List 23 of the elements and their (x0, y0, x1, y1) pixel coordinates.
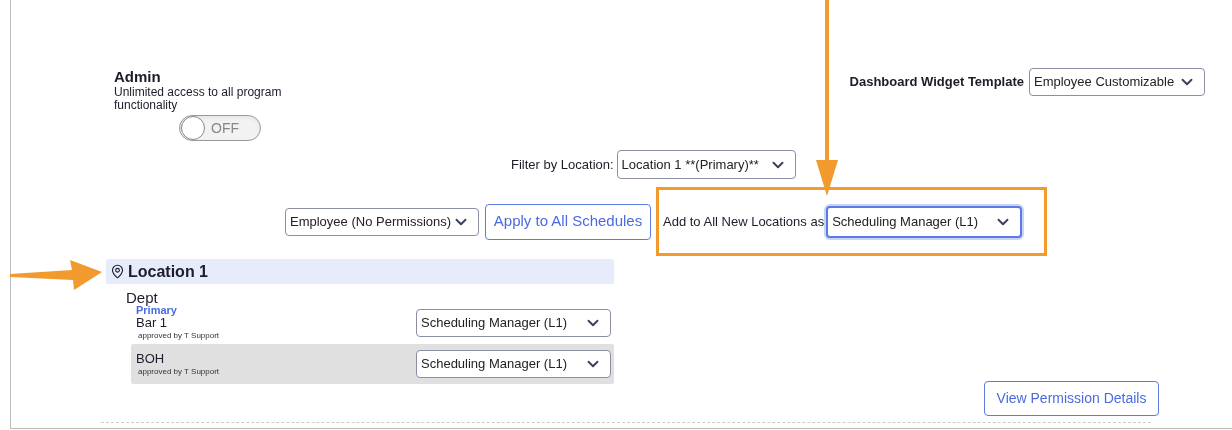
new-locations-label: Add to All New Locations as (663, 212, 825, 231)
admin-description: Unlimited access to all program functionality (114, 86, 283, 112)
toggle-knob (181, 116, 205, 140)
location-pin-icon (110, 264, 125, 279)
new-locations-select[interactable]: Scheduling Manager (L1) (826, 205, 1023, 238)
department-name: BOH (136, 351, 166, 366)
role-select[interactable]: Employee (No Permissions) (285, 207, 479, 236)
apply-button[interactable]: Apply to All Schedules (485, 203, 651, 240)
primary-label: Primary (136, 305, 178, 316)
dept-heading: Dept (126, 289, 159, 306)
department-role-select[interactable]: Scheduling Manager (L1) (416, 350, 611, 378)
dashboard-template-label: Dashboard Widget Template (849, 73, 1024, 92)
location-name: Location 1 (128, 261, 208, 282)
dashboard-template-select[interactable]: Employee Customizable (1029, 68, 1205, 96)
department-role-select[interactable]: Scheduling Manager (L1) (416, 309, 611, 337)
location-filter-select[interactable]: Location 1 **(Primary)** (616, 150, 796, 179)
approval-note: approved by T Support (138, 365, 220, 377)
toggle-label: OFF (211, 118, 239, 138)
admin-title: Admin (114, 68, 162, 86)
view-permissions-button[interactable]: View Permission Details (984, 381, 1159, 416)
approval-note: approved by T Support (138, 330, 220, 341)
department-name: Bar 1 (136, 316, 168, 330)
filter-label: Filter by Location: (511, 155, 614, 174)
